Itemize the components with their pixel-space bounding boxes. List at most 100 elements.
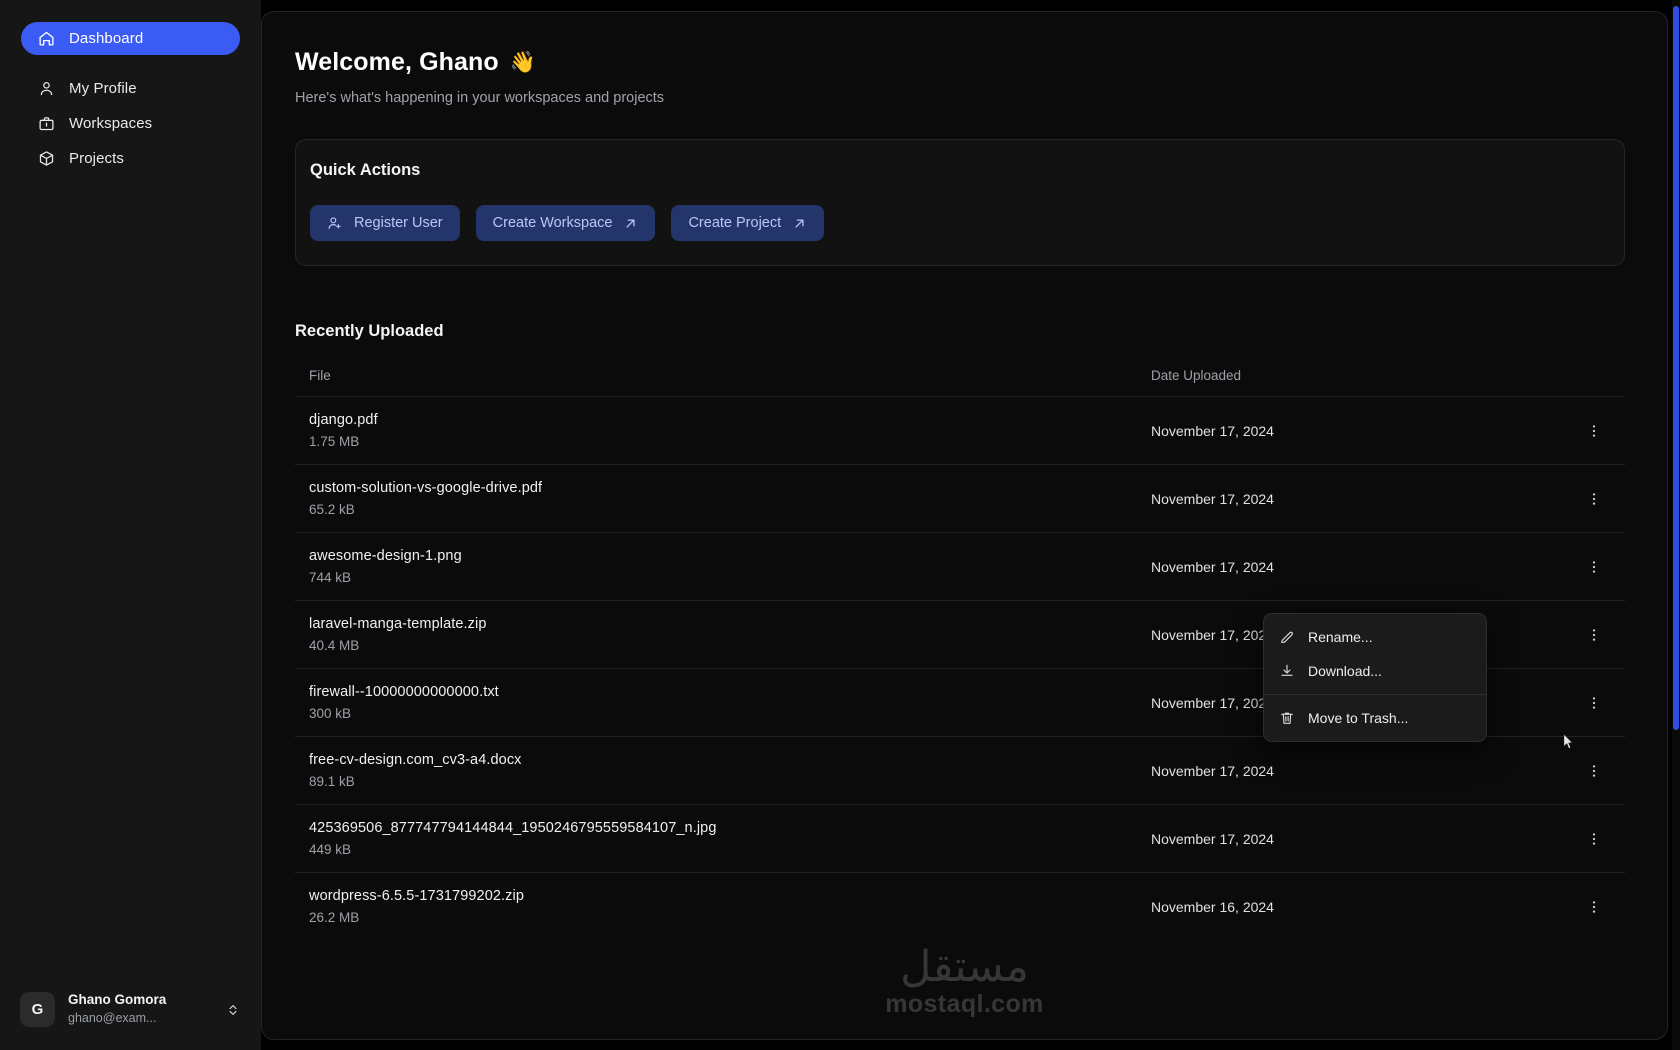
file-size: 65.2 kB — [309, 502, 355, 517]
user-plus-icon — [327, 215, 343, 231]
row-actions — [1577, 554, 1611, 580]
home-icon — [37, 30, 55, 48]
sidebar-item-label: Dashboard — [69, 30, 144, 47]
page-title-text: Welcome, Ghano — [295, 48, 499, 76]
row-menu-icon[interactable] — [1581, 758, 1607, 784]
column-header-date: Date Uploaded — [1151, 368, 1242, 383]
watermark: مستقل mostaql.com — [262, 946, 1667, 1017]
sidebar-item-label: Workspaces — [69, 115, 153, 132]
vertical-scrollbar[interactable] — [1672, 0, 1680, 1050]
file-name: wordpress-6.5.5-1731799202.zip — [309, 888, 524, 904]
quick-actions-card: Quick Actions Register User Create Works… — [295, 139, 1625, 266]
briefcase-icon — [37, 115, 55, 133]
arrow-up-right-icon — [623, 216, 638, 231]
user-name: Ghano Gomora — [68, 992, 167, 1008]
create-project-button[interactable]: Create Project — [671, 205, 825, 241]
file-cell: django.pdf 1.75 MB — [309, 412, 1151, 449]
file-name: 425369506_877747794144844_19502467955595… — [309, 820, 717, 836]
row-menu-icon[interactable] — [1581, 690, 1607, 716]
file-name: free-cv-design.com_cv3-a4.docx — [309, 752, 522, 768]
file-name: firewall--10000000000000.txt — [309, 684, 499, 700]
context-menu-item-move-to-trash[interactable]: Move to Trash... — [1264, 701, 1486, 735]
context-menu-item-download[interactable]: Download... — [1264, 654, 1486, 688]
file-cell: 425369506_877747794144844_19502467955595… — [309, 820, 1151, 857]
create-workspace-button[interactable]: Create Workspace — [475, 205, 656, 241]
row-actions — [1577, 758, 1611, 784]
file-name: laravel-manga-template.zip — [309, 616, 487, 632]
row-actions — [1577, 486, 1611, 512]
file-size: 744 kB — [309, 570, 352, 585]
mouse-cursor — [1563, 733, 1573, 750]
file-date: November 17, 2024 — [1151, 830, 1274, 847]
file-cell: awesome-design-1.png 744 kB — [309, 548, 1151, 585]
watermark-latin: mostaql.com — [885, 990, 1044, 1018]
user-email: ghano@exam... — [68, 1011, 157, 1026]
button-label: Register User — [354, 215, 443, 231]
context-menu-item-rename[interactable]: Rename... — [1264, 620, 1486, 654]
file-date: November 17, 2024 — [1151, 490, 1274, 507]
main-panel: Welcome, Ghano 👋 Here's what's happening… — [261, 11, 1668, 1040]
content-inner: Welcome, Ghano 👋 Here's what's happening… — [262, 48, 1667, 940]
user-icon — [37, 80, 55, 98]
row-menu-icon[interactable] — [1581, 486, 1607, 512]
table-row[interactable]: awesome-design-1.png 744 kB November 17, 2… — [295, 532, 1625, 600]
row-actions — [1577, 418, 1611, 444]
register-user-button[interactable]: Register User — [310, 205, 460, 241]
file-name: django.pdf — [309, 412, 378, 428]
file-size: 1.75 MB — [309, 434, 360, 449]
page-title: Welcome, Ghano 👋 — [295, 48, 1625, 77]
button-label: Create Project — [688, 215, 782, 231]
row-menu-icon[interactable] — [1581, 418, 1607, 444]
file-date: November 17, 2024 — [1151, 558, 1274, 575]
sidebar-item-my-profile[interactable]: My Profile — [21, 72, 240, 105]
table-row[interactable]: free-cv-design.com_cv3-a4.docx 89.1 kB Nov… — [295, 736, 1625, 804]
file-cell: free-cv-design.com_cv3-a4.docx 89.1 kB — [309, 752, 1151, 789]
context-menu-divider — [1264, 694, 1486, 695]
sidebar-item-workspaces[interactable]: Workspaces — [21, 107, 240, 140]
file-date: November 17, 2024 — [1151, 422, 1274, 439]
row-actions — [1577, 622, 1611, 648]
recently-uploaded-title: Recently Uploaded — [295, 322, 444, 340]
file-cell: firewall--10000000000000.txt 300 kB — [309, 684, 1151, 721]
file-size: 89.1 kB — [309, 774, 355, 789]
row-actions — [1577, 826, 1611, 852]
file-size: 300 kB — [309, 706, 352, 721]
sidebar: Dashboard My Profile Workspaces Projects… — [0, 0, 261, 1050]
scrollbar-thumb[interactable] — [1673, 6, 1679, 730]
context-menu-label: Move to Trash... — [1308, 710, 1409, 726]
file-context-menu: Rename... Download... Move to Trash... — [1263, 613, 1487, 742]
row-actions — [1577, 690, 1611, 716]
button-label: Create Workspace — [492, 215, 613, 231]
sidebar-nav: Dashboard My Profile Workspaces Projects — [0, 22, 261, 175]
quick-actions-buttons: Register User Create Workspace Create Pr… — [310, 205, 1602, 241]
waving-hand-icon: 👋 — [509, 50, 537, 74]
row-menu-icon[interactable] — [1581, 894, 1607, 920]
dashboard-app: Dashboard My Profile Workspaces Projects… — [0, 0, 1680, 1050]
file-date: November 16, 2024 — [1151, 898, 1274, 915]
avatar: G — [20, 992, 55, 1027]
arrow-up-right-icon — [792, 216, 807, 231]
main-wrapper: Welcome, Ghano 👋 Here's what's happening… — [261, 0, 1680, 1050]
file-cell: custom-solution-vs-google-drive.pdf 65.2 … — [309, 480, 1151, 517]
row-menu-icon[interactable] — [1581, 554, 1607, 580]
pencil-icon — [1279, 629, 1295, 645]
table-row[interactable]: wordpress-6.5.5-1731799202.zip 26.2 MB Nov… — [295, 872, 1625, 940]
table-row[interactable]: django.pdf 1.75 MB November 17, 2024 — [295, 396, 1625, 464]
sidebar-item-projects[interactable]: Projects — [21, 142, 240, 175]
row-menu-icon[interactable] — [1581, 826, 1607, 852]
table-row[interactable]: custom-solution-vs-google-drive.pdf 65.2 … — [295, 464, 1625, 532]
cube-icon — [37, 150, 55, 168]
sidebar-item-dashboard[interactable]: Dashboard — [21, 22, 240, 55]
file-size: 40.4 MB — [309, 638, 360, 653]
table-header: File Date Uploaded — [295, 368, 1625, 396]
sidebar-item-label: Projects — [69, 150, 124, 167]
chevron-up-down-icon[interactable] — [225, 1003, 241, 1017]
row-menu-icon[interactable] — [1581, 622, 1607, 648]
file-size: 449 kB — [309, 842, 352, 857]
table-row[interactable]: 425369506_877747794144844_19502467955595… — [295, 804, 1625, 872]
file-name: awesome-design-1.png — [309, 548, 462, 564]
watermark-arabic: مستقل — [900, 942, 1029, 992]
context-menu-label: Rename... — [1308, 629, 1373, 645]
user-account-switcher[interactable]: G Ghano Gomora ghano@exam... — [10, 983, 251, 1036]
